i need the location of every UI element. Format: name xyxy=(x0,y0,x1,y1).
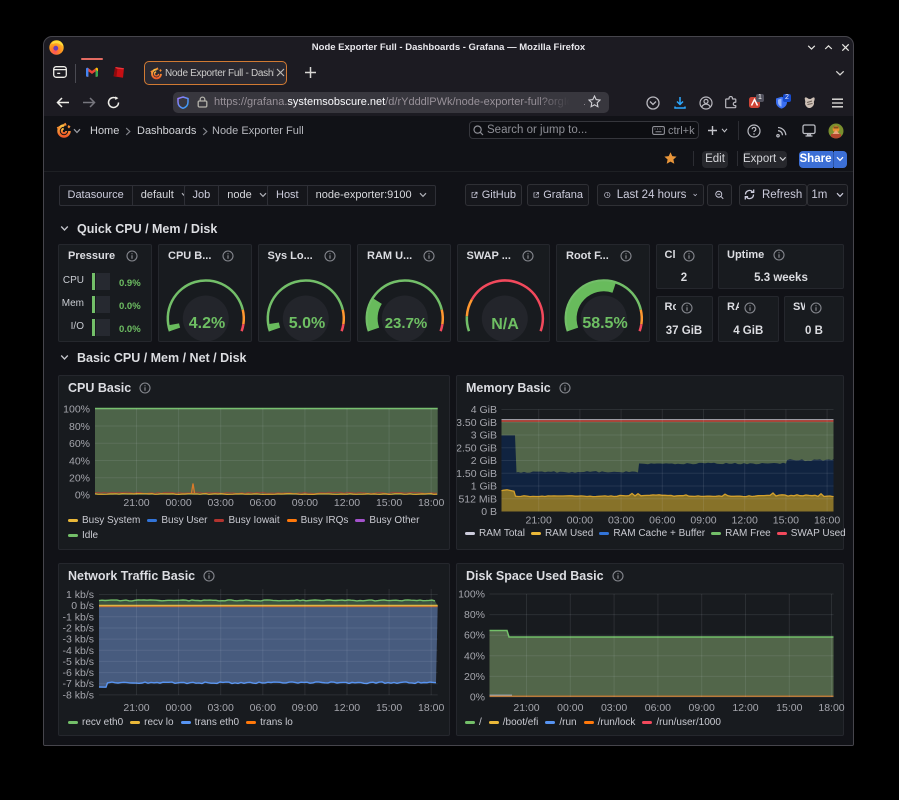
svg-text:40%: 40% xyxy=(69,455,90,467)
svg-text:18:00: 18:00 xyxy=(418,497,444,509)
svg-text:-3 kb/s: -3 kb/s xyxy=(62,633,94,645)
svg-text:60%: 60% xyxy=(464,629,485,641)
svg-text:2.50 GiB: 2.50 GiB xyxy=(457,442,497,454)
svg-text:06:00: 06:00 xyxy=(250,497,276,509)
svg-text:09:00: 09:00 xyxy=(690,515,716,527)
svg-text:100%: 100% xyxy=(63,404,90,416)
svg-text:06:00: 06:00 xyxy=(250,702,276,714)
svg-text:21:00: 21:00 xyxy=(123,702,149,714)
svg-text:-5 kb/s: -5 kb/s xyxy=(62,655,94,667)
svg-text:18:00: 18:00 xyxy=(418,702,444,714)
svg-text:00:00: 00:00 xyxy=(165,497,191,509)
svg-text:06:00: 06:00 xyxy=(649,515,675,527)
svg-text:20%: 20% xyxy=(464,670,485,682)
svg-text:512 MiB: 512 MiB xyxy=(458,493,497,505)
svg-text:06:00: 06:00 xyxy=(645,702,671,714)
svg-text:12:00: 12:00 xyxy=(732,515,758,527)
svg-text:1.50 GiB: 1.50 GiB xyxy=(457,468,497,480)
svg-text:80%: 80% xyxy=(69,421,90,433)
svg-text:03:00: 03:00 xyxy=(208,497,234,509)
svg-text:15:00: 15:00 xyxy=(376,497,402,509)
svg-text:03:00: 03:00 xyxy=(208,702,234,714)
svg-text:09:00: 09:00 xyxy=(689,702,715,714)
svg-text:4 GiB: 4 GiB xyxy=(471,404,497,416)
svg-text:-1 kb/s: -1 kb/s xyxy=(62,611,94,623)
svg-text:0 B: 0 B xyxy=(481,506,497,518)
svg-text:12:00: 12:00 xyxy=(334,702,360,714)
svg-text:-8 kb/s: -8 kb/s xyxy=(62,689,94,701)
svg-text:2 GiB: 2 GiB xyxy=(471,455,497,467)
svg-text:20%: 20% xyxy=(69,473,90,485)
svg-text:60%: 60% xyxy=(69,438,90,450)
svg-text:3 GiB: 3 GiB xyxy=(471,430,497,442)
svg-text:-7 kb/s: -7 kb/s xyxy=(62,678,94,690)
svg-text:00:00: 00:00 xyxy=(557,702,583,714)
svg-text:100%: 100% xyxy=(458,588,485,600)
svg-text:58.5%: 58.5% xyxy=(582,315,627,332)
svg-text:1 kb/s: 1 kb/s xyxy=(66,589,94,601)
svg-text:80%: 80% xyxy=(464,609,485,621)
svg-text:3.50 GiB: 3.50 GiB xyxy=(457,417,497,429)
svg-text:09:00: 09:00 xyxy=(292,497,318,509)
svg-text:21:00: 21:00 xyxy=(513,702,539,714)
svg-text:23.7%: 23.7% xyxy=(385,315,428,332)
svg-text:15:00: 15:00 xyxy=(776,702,802,714)
svg-text:0%: 0% xyxy=(75,490,90,502)
svg-text:40%: 40% xyxy=(464,650,485,662)
svg-text:21:00: 21:00 xyxy=(123,497,149,509)
svg-text:12:00: 12:00 xyxy=(732,702,758,714)
svg-text:03:00: 03:00 xyxy=(601,702,627,714)
svg-text:18:00: 18:00 xyxy=(814,515,840,527)
svg-text:00:00: 00:00 xyxy=(165,702,191,714)
svg-text:1 GiB: 1 GiB xyxy=(471,481,497,493)
svg-text:15:00: 15:00 xyxy=(773,515,799,527)
svg-text:03:00: 03:00 xyxy=(608,515,634,527)
svg-text:12:00: 12:00 xyxy=(334,497,360,509)
svg-text:18:00: 18:00 xyxy=(818,702,844,714)
svg-text:00:00: 00:00 xyxy=(567,515,593,527)
svg-text:5.0%: 5.0% xyxy=(288,315,324,332)
svg-text:15:00: 15:00 xyxy=(376,702,402,714)
svg-text:N/A: N/A xyxy=(491,316,519,333)
svg-text:09:00: 09:00 xyxy=(292,702,318,714)
svg-text:4.2%: 4.2% xyxy=(189,315,225,332)
svg-text:21:00: 21:00 xyxy=(526,515,552,527)
svg-text:0%: 0% xyxy=(470,691,485,703)
